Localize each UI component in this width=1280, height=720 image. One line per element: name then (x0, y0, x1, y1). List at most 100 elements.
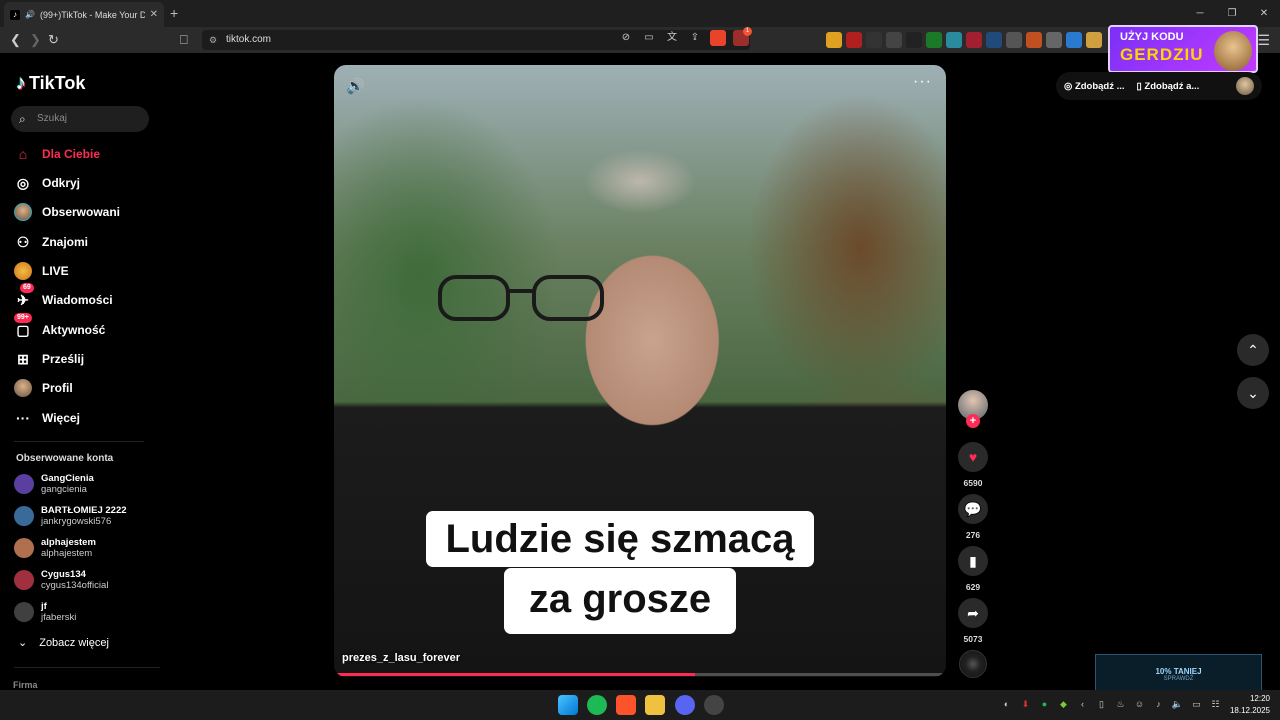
minimize-icon[interactable]: ─ (1184, 0, 1216, 27)
share-button[interactable]: ➦ 5073 (957, 598, 989, 644)
system-clock[interactable]: 12:20 18.12.2025 (1230, 693, 1270, 717)
menu-icon[interactable]: ☰ (1257, 32, 1270, 49)
get-coins-button[interactable]: ◎ Zdobądź ... (1064, 81, 1125, 92)
nav-item-live[interactable]: LIVE (14, 260, 69, 282)
spotify-tray-icon[interactable]: ● (1038, 698, 1051, 711)
followed-account[interactable]: BARTŁOMIEJ 2222 jankrygowski576 (14, 502, 127, 530)
brave-shield-icon[interactable] (710, 30, 726, 46)
extension-icon[interactable] (966, 32, 982, 48)
extension-icon[interactable] (1046, 32, 1062, 48)
followed-account[interactable]: alphajestem alphajestem (14, 534, 96, 562)
no-tracking-icon[interactable]: ⊘ (618, 30, 634, 46)
back-icon[interactable]: ❮ (10, 32, 21, 48)
cast-icon[interactable]: ▭ (641, 30, 657, 46)
bookmark-icon: ▮ (958, 546, 988, 576)
extension-icon[interactable] (1066, 32, 1082, 48)
see-more-button[interactable]: ⌄ Zobacz więcej (18, 636, 109, 650)
extension-icon[interactable] (1086, 32, 1102, 48)
translate-icon[interactable]: 文 (664, 30, 680, 46)
next-video-button[interactable]: ⌄ (1237, 377, 1269, 409)
nav-item-upload[interactable]: ⊞ Prześlij (14, 348, 84, 370)
nav-item-profile[interactable]: Profil (14, 377, 73, 399)
more-options-icon[interactable]: ··· (913, 73, 932, 91)
company-link[interactable]: Firma (13, 680, 38, 690)
chevron-up-icon[interactable]: ‹ (1076, 698, 1089, 711)
app-icon[interactable] (704, 695, 724, 715)
browser-tab[interactable]: ♪ 🔊 (99+)TikTok - Make Your Day ✕ (4, 2, 164, 27)
extension-icon[interactable] (946, 32, 962, 48)
save-button[interactable]: ▮ 629 (957, 546, 989, 592)
extension-icon[interactable] (986, 32, 1002, 48)
restore-icon[interactable]: ❐ (1216, 0, 1248, 27)
clock-date: 18.12.2025 (1229, 706, 1270, 715)
nav-label: Wiadomości (42, 293, 113, 307)
nvidia-tray-icon[interactable]: ◆ (1057, 698, 1070, 711)
music-disc-icon[interactable] (959, 650, 987, 678)
account-name: BARTŁOMIEJ 2222 (41, 505, 127, 516)
previous-video-button[interactable]: ⌃ (1237, 334, 1269, 366)
ad-line2: SPRAWDŹ (1163, 676, 1194, 682)
steam-tray-icon[interactable]: ♨ (1114, 698, 1127, 711)
discord-icon[interactable] (675, 695, 695, 715)
home-icon: ⌂ (18, 146, 28, 162)
site-settings-icon[interactable]: ⚙ (209, 30, 217, 50)
nav-item-following[interactable]: Obserwowani (14, 201, 120, 223)
discord-tray-icon[interactable]: ☺ (1133, 698, 1146, 711)
extension-icon[interactable] (866, 32, 882, 48)
top-right-actions: ◎ Zdobądź ... ▯ Zdobądź a... (1056, 72, 1262, 100)
nav-label: Znajomi (42, 235, 89, 249)
network-icon[interactable]: ▭ (1190, 698, 1203, 711)
extension-icon[interactable] (926, 32, 942, 48)
extension-icon[interactable] (906, 32, 922, 48)
extensions-bar (826, 32, 1102, 48)
nav-label: Prześlij (42, 352, 85, 366)
nav-item-explore[interactable]: ◎ Odkryj (14, 172, 80, 194)
tray-icon[interactable]: ⬇ (1019, 698, 1032, 711)
spotify-icon[interactable] (587, 695, 607, 715)
bookmark-icon[interactable]: ⎕ (180, 32, 188, 48)
tray-icon[interactable]: ◐ (1000, 698, 1013, 711)
nav-item-messages[interactable]: ✈ 69 Wiadomości (14, 283, 113, 311)
close-tab-icon[interactable]: ✕ (150, 9, 158, 20)
like-button[interactable]: ♥ 6590 (957, 442, 989, 488)
followed-account[interactable]: Cygus134 cygus134official (14, 566, 108, 594)
followed-account[interactable]: jf jfaberski (14, 598, 76, 626)
brave-rewards-icon[interactable] (733, 27, 752, 46)
speaker-tray-icon[interactable]: 🔈 (1171, 698, 1184, 711)
video-caption-line2: za grosze (504, 568, 736, 634)
followed-account[interactable]: GangCienia gangcienia (14, 470, 94, 498)
extension-icon[interactable] (886, 32, 902, 48)
tray-icon[interactable]: ▯ (1095, 698, 1108, 711)
tray-icon[interactable]: ☷ (1209, 698, 1222, 711)
like-count: 6590 (963, 478, 983, 488)
video-author[interactable]: prezes_z_lasu_forever (342, 652, 460, 664)
forward-icon[interactable]: ❯ (30, 32, 41, 48)
nav-item-for-you[interactable]: ⌂ Dla Ciebie (14, 143, 100, 165)
close-window-icon[interactable]: ✕ (1248, 0, 1280, 27)
extension-icon[interactable] (1006, 32, 1022, 48)
speaker-icon[interactable]: 🔊 (25, 10, 35, 19)
share-icon[interactable]: ⇪ (687, 30, 703, 46)
volume-icon[interactable]: 🔊 (346, 77, 365, 95)
get-app-button[interactable]: ▯ Zdobądź a... (1137, 81, 1200, 92)
video-progress-bar[interactable] (336, 673, 944, 676)
reload-icon[interactable]: ↻ (48, 32, 59, 48)
follow-plus-icon[interactable]: + (966, 414, 980, 428)
extension-icon[interactable] (826, 32, 842, 48)
new-tab-icon[interactable]: + (170, 5, 178, 21)
file-explorer-icon[interactable] (645, 695, 665, 715)
extension-icon[interactable] (1026, 32, 1042, 48)
nav-label: LIVE (42, 264, 69, 278)
brave-browser-icon[interactable] (616, 695, 636, 715)
nav-item-more[interactable]: ··· Więcej (14, 407, 80, 429)
tiktok-logo[interactable]: ♪ TikTok (16, 72, 85, 95)
nav-item-friends[interactable]: ⚇ Znajomi (14, 231, 88, 253)
mic-icon[interactable]: ♪ (1152, 698, 1165, 711)
search-input[interactable]: ⌕ Szukaj (11, 106, 149, 132)
extension-icon[interactable] (846, 32, 862, 48)
video-player[interactable]: 🔊 ··· Ludzie się szmacą za grosze prezes… (334, 65, 946, 677)
comment-button[interactable]: 💬 276 (957, 494, 989, 540)
user-avatar[interactable] (1236, 77, 1254, 95)
windows-start-icon[interactable] (558, 695, 578, 715)
nav-item-activity[interactable]: ▢ 99+ Aktywność (14, 313, 105, 341)
